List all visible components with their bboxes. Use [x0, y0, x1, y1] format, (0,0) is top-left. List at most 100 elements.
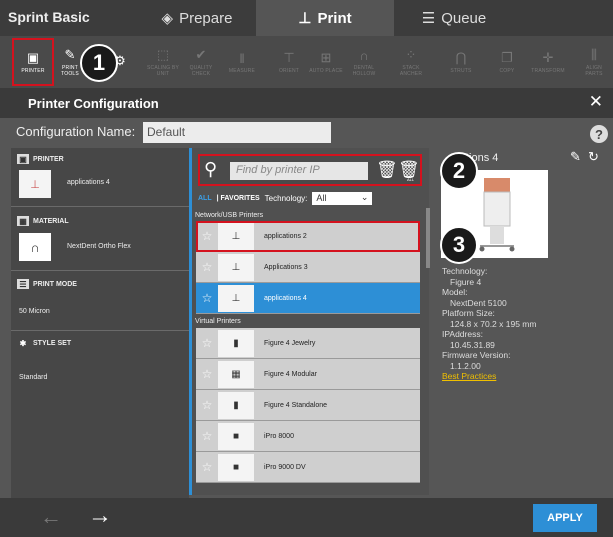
printer-thumbnail: ■ — [218, 422, 254, 450]
orient-button[interactable]: ⊤ ORIENT — [274, 38, 304, 86]
printer-row[interactable]: ☆ ▮ Figure 4 Jewelry — [196, 328, 420, 359]
printer-row[interactable]: ☆ ■ iPro 9000 DV — [196, 452, 420, 483]
printer-value[interactable]: applications 4 — [67, 179, 110, 186]
measure-button[interactable]: ‖ MEASURE — [222, 38, 262, 86]
trash-all-label: ALL — [407, 177, 415, 182]
tab-prepare[interactable]: ◈ Prepare — [138, 0, 256, 36]
printer-row-selected[interactable]: ☆ ⊥ applications 4 — [196, 283, 420, 314]
printer-configuration-dialog: Printer Configuration ✕ Configuration Na… — [0, 88, 613, 537]
dialog-footer: ← → APPLY — [0, 498, 613, 537]
filter-favorites[interactable]: | FAVORITES — [217, 195, 260, 202]
config-name-label: Configuration Name: — [16, 124, 136, 139]
arch-icon: ⋂ — [455, 50, 467, 65]
next-arrow-icon[interactable]: → — [88, 502, 112, 530]
trash-icon[interactable]: 🗑 — [376, 160, 398, 180]
apply-button[interactable]: APPLY — [533, 504, 597, 532]
printer-icon: ⊥ — [298, 10, 312, 27]
star-icon[interactable]: ☆ — [196, 429, 218, 443]
style-set-value[interactable]: Standard — [19, 374, 47, 381]
refresh-icon[interactable]: ↻ — [588, 149, 599, 165]
printer-icon: ▣ — [17, 154, 29, 164]
star-icon[interactable]: ☆ — [196, 336, 218, 350]
search-input[interactable]: Find by printer IP — [230, 162, 368, 180]
callout-badge: 2 — [440, 152, 478, 190]
list-scrollbar[interactable] — [426, 208, 430, 268]
settings-column: ▣ PRINTER ⊥ applications 4 ▦ MATERIAL ∩ Ne… — [11, 148, 189, 498]
star-icon[interactable]: ☆ — [196, 398, 218, 412]
shield-icon: ◈ — [161, 10, 174, 27]
star-icon[interactable]: ☆ — [196, 229, 218, 243]
tab-queue[interactable]: ☰ Queue — [394, 0, 514, 36]
printer-section-header: ▣ PRINTER — [17, 154, 64, 164]
list-icon: ☰ — [421, 10, 436, 27]
technology-label: Technology: — [264, 194, 308, 203]
copy-icon: ❐ — [501, 50, 513, 65]
dialog-title: Printer Configuration — [28, 96, 159, 111]
tools-icon: ✎ — [64, 47, 76, 62]
arch-icon: ∩ — [359, 47, 369, 63]
printer-thumbnail: ⊥ — [218, 253, 254, 281]
printer-thumbnail: ⊥ — [218, 222, 254, 250]
printer-row[interactable]: ☆ ■ iPro 8000 — [196, 421, 420, 452]
grid-icon: ⊞ — [320, 50, 332, 65]
print-mode-section-header: ☰ PRINT MODE — [17, 279, 77, 289]
printer-icon: ▣ — [26, 50, 40, 65]
close-icon[interactable]: ✕ — [589, 92, 603, 112]
auto-place-button[interactable]: ⊞ AUTO PLACE — [308, 38, 344, 86]
top-tab-bar: Sprint Basic ◈ Prepare ⊥ Print ☰ Queue — [0, 0, 613, 36]
transform-button[interactable]: ✛ TRANSFORM — [528, 38, 568, 86]
app-title: Sprint Basic — [8, 9, 90, 25]
quality-check-button[interactable]: ✔ QUALITY CHECK — [184, 38, 218, 86]
printer-thumbnail: ■ — [218, 453, 254, 481]
align-icon: ⫼ — [591, 47, 597, 62]
filter-all[interactable]: ALL — [198, 195, 212, 202]
printer-thumbnail: ⊥ — [218, 284, 254, 312]
material-section-header: ▦ MATERIAL — [17, 216, 69, 226]
tab-print[interactable]: ⊥ Print — [256, 0, 394, 36]
printer-row[interactable]: ☆ ⊥ Applications 3 — [196, 252, 420, 283]
printer-row[interactable]: ☆ ▮ Figure 4 Standalone — [196, 390, 420, 421]
material-icon: ▦ — [17, 216, 29, 226]
group-label-network: Network/USB Printers — [195, 212, 264, 219]
material-value[interactable]: NextDent Ortho Flex — [67, 243, 131, 250]
edit-icon[interactable]: ✎ — [570, 149, 581, 165]
printer-thumbnail: ▦ — [218, 360, 254, 388]
printer-row[interactable]: ☆ ⊥ applications 2 — [196, 221, 420, 252]
star-icon[interactable]: ☆ — [196, 367, 218, 381]
search-icon[interactable]: ⚲ — [204, 159, 217, 180]
back-arrow-icon[interactable]: ← — [40, 504, 62, 530]
struts-button[interactable]: ⋂ STRUTS — [446, 38, 476, 86]
divider — [11, 270, 189, 271]
print-mode-value[interactable]: 50 Micron — [19, 308, 50, 315]
printer-thumbnail: ⊥ — [19, 170, 51, 198]
scaling-button[interactable]: ⬚ SCALING BY UNIT — [146, 38, 180, 86]
align-parts-button[interactable]: ⫼ ALIGN PARTS — [578, 38, 610, 86]
printer-thumbnail: ▮ — [218, 391, 254, 419]
callout-badge: 1 — [80, 44, 118, 82]
copy-button[interactable]: ❐ COPY — [492, 38, 522, 86]
divider — [11, 330, 189, 331]
printer-button[interactable]: ▣ PRINTER — [12, 38, 54, 86]
chevron-down-icon: ⌄ — [360, 192, 369, 202]
callout-badge: 3 — [440, 226, 478, 264]
technology-select[interactable]: All ⌄ — [312, 192, 373, 205]
gear-icon: ✱ — [19, 338, 27, 348]
star-icon[interactable]: ☆ — [196, 460, 218, 474]
config-name-field[interactable]: Default — [143, 122, 331, 143]
dental-hollow-button[interactable]: ∩ DENTAL HOLLOW — [346, 38, 382, 86]
check-icon: ✔ — [195, 47, 207, 62]
help-icon[interactable]: ? — [590, 125, 608, 143]
printer-row[interactable]: ☆ ▦ Figure 4 Modular — [196, 359, 420, 390]
star-icon[interactable]: ☆ — [196, 291, 218, 305]
filter-bar: ALL | FAVORITES Technology: All ⌄ — [198, 192, 373, 205]
layers-icon: ☰ — [17, 279, 29, 289]
orient-icon: ⊤ — [283, 50, 295, 65]
style-set-section-header: ✱ STYLE SET — [17, 338, 71, 348]
star-icon[interactable]: ☆ — [196, 260, 218, 274]
stack-anchor-button[interactable]: ⁘ STACK ANCHER — [392, 38, 430, 86]
dialog-header: Printer Configuration ✕ — [0, 88, 613, 118]
best-practices-link[interactable]: Best Practices — [442, 371, 536, 382]
move-icon: ✛ — [542, 50, 554, 65]
group-label-virtual: Virtual Printers — [195, 318, 241, 325]
divider — [11, 206, 189, 207]
